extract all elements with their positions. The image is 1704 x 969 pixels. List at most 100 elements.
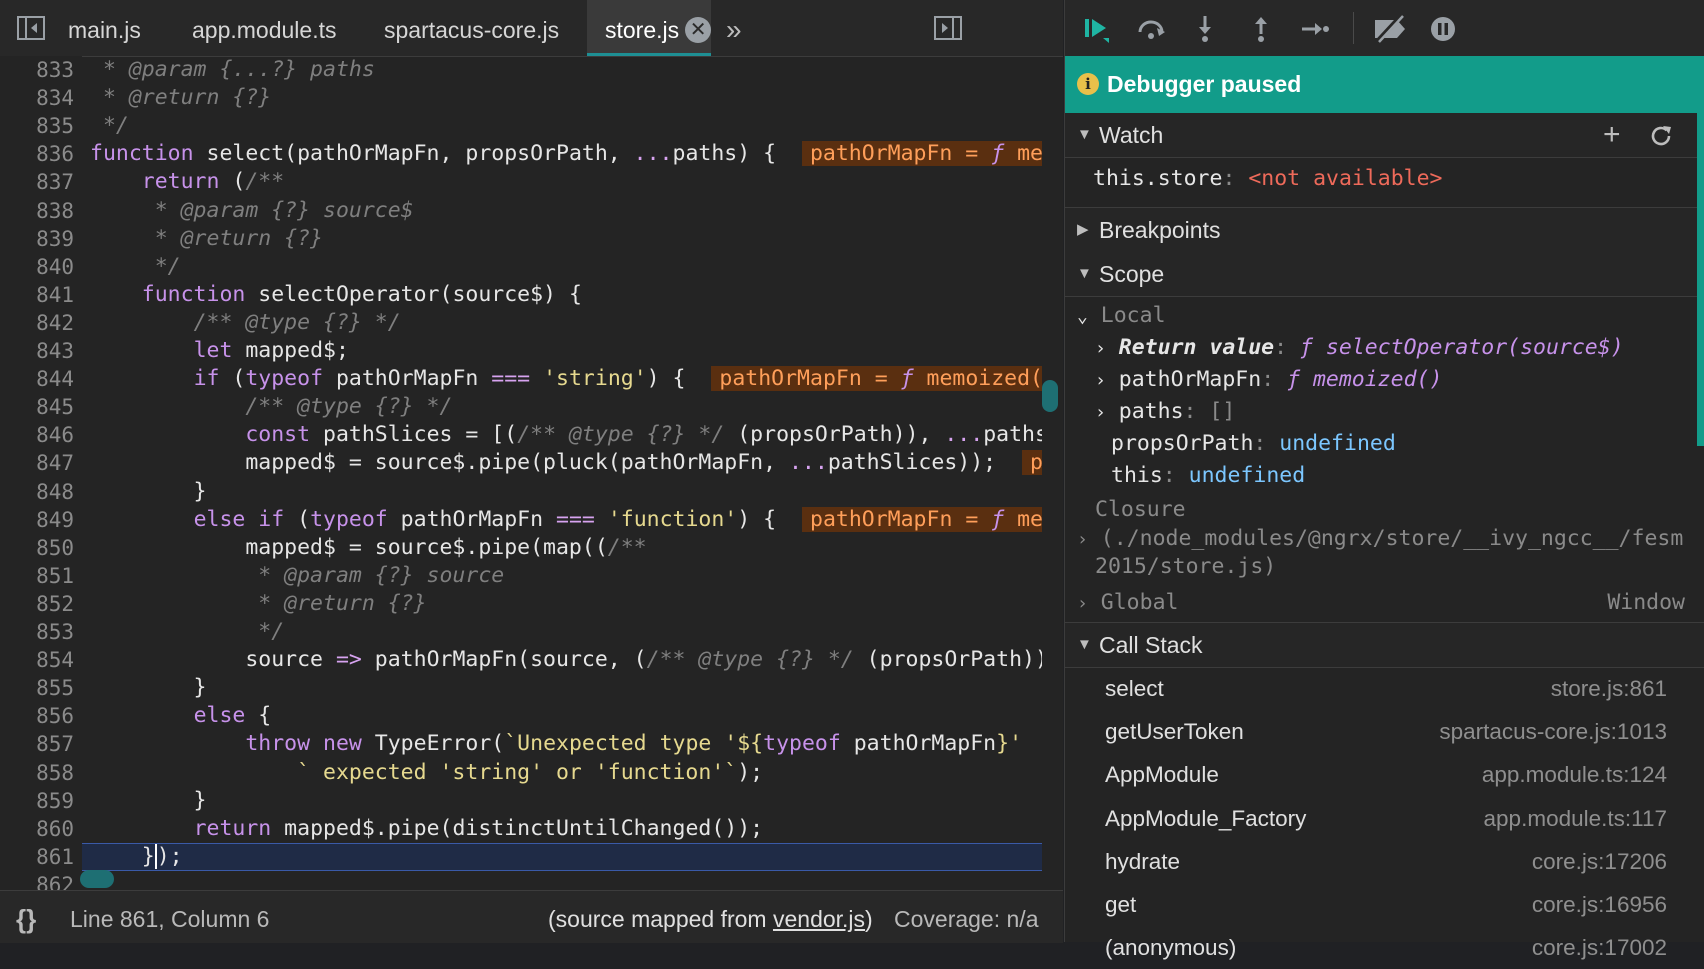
line-number[interactable]: 852 — [36, 590, 74, 618]
scope-item-pathormapfn[interactable]: › pathOrMapFn: ƒ memoized() — [1095, 365, 1442, 395]
vertical-scrollbar-thumb[interactable] — [1042, 380, 1058, 412]
step-over-icon[interactable] — [1135, 14, 1167, 44]
code-line[interactable]: else if (typeof pathOrMapFn === 'functio… — [90, 506, 1042, 534]
line-number[interactable]: 859 — [36, 787, 74, 815]
code-line[interactable]: } — [90, 674, 207, 702]
line-number[interactable]: 836 — [36, 140, 74, 168]
code-line[interactable]: * @return {?} — [90, 225, 323, 253]
call-stack-frame[interactable]: hydrate core.js:17206 — [1065, 840, 1704, 883]
line-number[interactable]: 837 — [36, 168, 74, 196]
debugger-scrollbar[interactable] — [1697, 56, 1704, 446]
scope-item-paths[interactable]: › paths: [] — [1095, 397, 1235, 427]
code-line[interactable]: */ — [90, 618, 284, 646]
add-watch-icon[interactable]: + — [1603, 113, 1621, 157]
code-line[interactable]: const pathSlices = [(/** @type {?} */ (p… — [90, 421, 1042, 449]
code-line[interactable]: * @param {?} source — [90, 562, 504, 590]
line-number[interactable]: 841 — [36, 281, 74, 309]
line-number[interactable]: 860 — [36, 815, 74, 843]
code-line[interactable]: function selectOperator(source$) { — [90, 281, 582, 309]
line-number[interactable]: 853 — [36, 618, 74, 646]
pause-on-exceptions-icon[interactable] — [1427, 14, 1459, 44]
code-line[interactable]: let mapped$; — [90, 337, 349, 365]
code-line[interactable]: } — [90, 478, 207, 506]
tab-overflow-icon[interactable]: » — [726, 0, 742, 56]
toggle-debugger-icon[interactable] — [933, 14, 963, 42]
code-line[interactable]: return (/** — [90, 168, 284, 196]
line-number[interactable]: 848 — [36, 478, 74, 506]
deactivate-breakpoints-icon[interactable] — [1371, 14, 1411, 44]
line-number[interactable]: 849 — [36, 506, 74, 534]
code-line[interactable]: /** @type {?} */ — [90, 309, 401, 337]
line-number[interactable]: 835 — [36, 112, 74, 140]
code-line[interactable]: */ — [90, 253, 181, 281]
refresh-icon[interactable] — [1649, 124, 1673, 148]
code-line[interactable]: * @return {?} — [90, 84, 271, 112]
code-line[interactable]: * @return {?} — [90, 590, 426, 618]
line-number[interactable]: 858 — [36, 759, 74, 787]
code-line[interactable]: return mapped$.pipe(distinctUntilChanged… — [90, 815, 764, 843]
line-number[interactable]: 842 — [36, 309, 74, 337]
tab-main-js[interactable]: main.js — [50, 0, 159, 56]
code-line[interactable]: * @param {...?} paths — [90, 56, 375, 84]
scope-local-header[interactable]: ⌄ Local — [1077, 301, 1166, 331]
code-line[interactable]: throw new TypeError(`Unexpected type '${… — [90, 730, 1022, 758]
code-line[interactable]: function select(pathOrMapFn, propsOrPath… — [90, 140, 1042, 168]
step-in-icon[interactable] — [1189, 14, 1221, 44]
line-number[interactable]: 846 — [36, 421, 74, 449]
close-tab-icon[interactable]: ✕ — [685, 16, 712, 43]
call-stack-section-header[interactable]: ▼ Call Stack — [1065, 622, 1704, 668]
code-line[interactable]: else { — [90, 702, 272, 730]
scope-global-item[interactable]: › Global Window — [1077, 588, 1685, 618]
horizontal-scrollbar-thumb[interactable] — [80, 870, 114, 888]
code-line[interactable]: source => pathOrMapFn(source, (/** @type… — [90, 646, 1042, 674]
watch-section-header[interactable]: ▼ Watch + — [1065, 113, 1704, 158]
code-line[interactable]: */ — [90, 112, 129, 140]
toggle-navigator-icon[interactable] — [16, 14, 46, 42]
code-line[interactable]: /** @type {?} */ — [90, 393, 452, 421]
call-stack-frame[interactable]: AppModule_Factory app.module.ts:117 — [1065, 797, 1704, 840]
step-icon[interactable] — [1299, 14, 1331, 44]
line-number[interactable]: 861 — [36, 843, 74, 871]
code-line[interactable]: if (typeof pathOrMapFn === 'string') { p… — [90, 365, 1042, 393]
line-number[interactable]: 862 — [36, 871, 74, 890]
watch-expression-row[interactable]: this.store: <not available> — [1093, 164, 1443, 194]
pretty-print-icon[interactable]: {} — [16, 891, 36, 947]
line-number[interactable]: 855 — [36, 674, 74, 702]
line-number[interactable]: 854 — [36, 646, 74, 674]
breakpoints-section-header[interactable]: ▶ Breakpoints — [1065, 208, 1704, 253]
line-number[interactable]: 850 — [36, 534, 74, 562]
line-number[interactable]: 843 — [36, 337, 74, 365]
resume-icon[interactable] — [1081, 14, 1113, 44]
line-number[interactable]: 857 — [36, 730, 74, 758]
line-number[interactable]: 851 — [36, 562, 74, 590]
step-out-icon[interactable] — [1245, 14, 1277, 44]
code-line[interactable]: * @param {?} source$ — [90, 197, 414, 225]
line-number[interactable]: 845 — [36, 393, 74, 421]
line-number[interactable]: 847 — [36, 449, 74, 477]
scope-section-header[interactable]: ▼ Scope — [1065, 252, 1704, 297]
line-number[interactable]: 838 — [36, 197, 74, 225]
line-number[interactable]: 833 — [36, 56, 74, 84]
scope-item-return-value[interactable]: › Return value: ƒ selectOperator(source$… — [1095, 333, 1624, 363]
code-area[interactable]: * @param {...?} paths * @return {?} */fu… — [82, 56, 1042, 890]
line-number[interactable]: 856 — [36, 702, 74, 730]
line-number[interactable]: 840 — [36, 253, 74, 281]
code-line[interactable]: ` expected 'string' or 'function'`); — [90, 759, 763, 787]
tab-store-js[interactable]: store.js ✕ — [587, 0, 712, 56]
source-map-link[interactable]: vendor.js — [773, 906, 865, 932]
call-stack-frame[interactable]: select store.js:861 — [1065, 667, 1704, 710]
tab-app-module-ts[interactable]: app.module.ts — [174, 0, 354, 56]
scope-closure-item[interactable]: › (./node_modules/@ngrx/store/__ivy_ngcc… — [1077, 524, 1683, 554]
tab-spartacus-core-js[interactable]: spartacus-core.js — [366, 0, 577, 56]
scope-item-propsorpath[interactable]: propsOrPath: undefined — [1111, 429, 1396, 459]
call-stack-frame[interactable]: (anonymous) core.js:17002 — [1065, 926, 1704, 969]
line-number-gutter[interactable]: 833 834 835 836 837 838 839 840 841 842 843 844 845 8… — [0, 56, 82, 890]
scope-item-this[interactable]: this: undefined — [1111, 461, 1305, 491]
code-line[interactable]: } — [90, 787, 207, 815]
line-number[interactable]: 839 — [36, 225, 74, 253]
call-stack-frame[interactable]: getUserToken spartacus-core.js:1013 — [1065, 710, 1704, 753]
call-stack-frame[interactable]: get core.js:16956 — [1065, 883, 1704, 926]
line-number[interactable]: 834 — [36, 84, 74, 112]
code-line[interactable]: mapped$ = source$.pipe(map((/** — [90, 534, 646, 562]
code-line[interactable]: }); — [90, 843, 183, 871]
